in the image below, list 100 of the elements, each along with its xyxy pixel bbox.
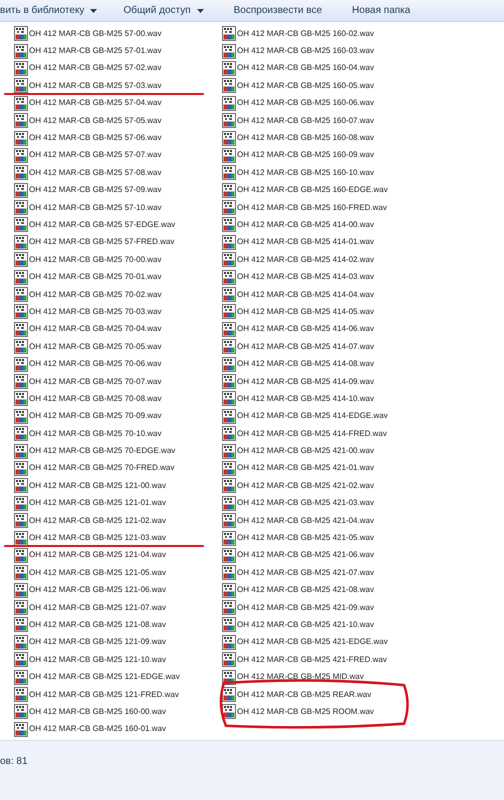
file-name[interactable]: OH 412 MAR-CB GB-M25 MID.wav [237,671,364,684]
file-name[interactable]: OH 412 MAR-CB GB-M25 414-FRED.wav [237,428,387,440]
file-name[interactable]: OH 412 MAR-CB GB-M25 70-09.wav [29,410,162,422]
file-name[interactable]: OH 412 MAR-CB GB-M25 57-05.wav [29,114,162,127]
file-name[interactable]: OH 412 MAR-CB GB-M25 121-03.wav [29,532,166,544]
file-name[interactable]: OH 412 MAR-CB GB-M25 70-06.wav [29,358,162,370]
file-name[interactable]: OH 412 MAR-CB GB-M25 70-00.wav [29,254,162,266]
audio-file-icon [222,478,236,494]
file-name[interactable]: OH 412 MAR-CB GB-M25 REAR.wav [237,688,372,701]
file-name[interactable]: OH 412 MAR-CB GB-M25 57-02.wav [29,62,162,74]
file-name[interactable]: OH 412 MAR-CB GB-M25 121-10.wav [29,654,166,666]
audio-file-icon [222,26,236,42]
file-name[interactable]: OH 412 MAR-CB GB-M25 414-09.wav [237,376,374,388]
file-name[interactable]: OH 412 MAR-CB GB-M25 57-00.wav [29,28,162,40]
audio-file-icon [222,444,236,459]
audio-file-icon [222,548,236,563]
file-name[interactable]: OH 412 MAR-CB GB-M25 70-04.wav [29,323,162,336]
file-name[interactable]: OH 412 MAR-CB GB-M25 414-10.wav [237,392,374,405]
file-name[interactable]: OH 412 MAR-CB GB-M25 121-06.wav [29,584,166,596]
audio-file-icon [14,634,28,650]
file-name[interactable]: OH 412 MAR-CB GB-M25 160-EDGE.wav [237,184,388,196]
file-name[interactable]: OH 412 MAR-CB GB-M25 414-04.wav [237,288,374,301]
file-name[interactable]: OH 412 MAR-CB GB-M25 160-01.wav [29,723,166,736]
file-name[interactable]: OH 412 MAR-CB GB-M25 57-FRED.wav [29,236,174,248]
file-name[interactable]: OH 412 MAR-CB GB-M25 57-06.wav [29,132,162,144]
audio-file-icon [14,548,28,563]
file-name[interactable]: OH 412 MAR-CB GB-M25 421-03.wav [237,497,374,510]
file-name[interactable]: OH 412 MAR-CB GB-M25 57-08.wav [29,166,162,179]
file-name[interactable]: OH 412 MAR-CB GB-M25 70-FRED.wav [29,462,174,474]
file-name[interactable]: OH 412 MAR-CB GB-M25 421-FRED.wav [237,654,387,666]
file-name[interactable]: OH 412 MAR-CB GB-M25 121-04.wav [29,549,166,562]
toolbar-button[interactable]: вить в библиотеку [0,3,98,18]
file-name[interactable]: OH 412 MAR-CB GB-M25 70-EDGE.wav [29,445,176,458]
file-name[interactable]: OH 412 MAR-CB GB-M25 414-00.wav [237,218,374,231]
file-name[interactable]: OH 412 MAR-CB GB-M25 160-10.wav [237,166,374,179]
audio-file-icon [14,217,28,232]
file-name[interactable]: OH 412 MAR-CB GB-M25 121-05.wav [29,566,166,579]
file-name[interactable]: OH 412 MAR-CB GB-M25 70-07.wav [29,376,162,388]
file-name[interactable]: OH 412 MAR-CB GB-M25 121-07.wav [29,602,166,614]
file-name[interactable]: OH 412 MAR-CB GB-M25 414-03.wav [237,271,374,284]
file-name[interactable]: OH 412 MAR-CB GB-M25 160-03.wav [237,45,374,58]
file-name[interactable]: OH 412 MAR-CB GB-M25 414-07.wav [237,340,374,353]
dropdown-caret-icon [196,8,204,12]
file-name[interactable]: OH 412 MAR-CB GB-M25 160-06.wav [237,97,374,110]
file-name[interactable]: OH 412 MAR-CB GB-M25 70-10.wav [29,428,162,440]
file-name[interactable]: OH 412 MAR-CB GB-M25 160-00.wav [29,706,166,718]
file-name[interactable]: OH 412 MAR-CB GB-M25 70-01.wav [29,271,162,284]
file-name[interactable]: OH 412 MAR-CB GB-M25 421-04.wav [237,514,374,527]
toolbar-button[interactable]: Новая папка [352,3,410,18]
file-name[interactable]: OH 412 MAR-CB GB-M25 414-05.wav [237,306,374,318]
file-name[interactable]: OH 412 MAR-CB GB-M25 70-03.wav [29,306,162,318]
audio-file-icon [14,113,28,128]
file-name[interactable]: OH 412 MAR-CB GB-M25 121-08.wav [29,618,166,631]
file-name[interactable]: OH 412 MAR-CB GB-M25 121-09.wav [29,636,166,648]
file-name[interactable]: OH 412 MAR-CB GB-M25 421-08.wav [237,584,374,596]
file-name[interactable]: OH 412 MAR-CB GB-M25 160-04.wav [237,62,374,74]
file-name[interactable]: OH 412 MAR-CB GB-M25 421-00.wav [237,445,374,458]
audio-file-icon [222,148,236,163]
file-name[interactable]: OH 412 MAR-CB GB-M25 160-FRED.wav [237,202,387,214]
file-name[interactable]: OH 412 MAR-CB GB-M25 414-08.wav [237,358,374,370]
audio-file-icon [222,96,236,111]
audio-file-icon [222,322,236,337]
file-name[interactable]: OH 412 MAR-CB GB-M25 57-EDGE.wav [29,218,176,231]
file-name[interactable]: OH 412 MAR-CB GB-M25 414-02.wav [237,254,374,266]
file-name[interactable]: OH 412 MAR-CB GB-M25 421-05.wav [237,532,374,544]
file-name[interactable]: OH 412 MAR-CB GB-M25 414-01.wav [237,236,374,248]
audio-file-icon [222,78,236,94]
file-name[interactable]: OH 412 MAR-CB GB-M25 121-EDGE.wav [29,671,180,684]
file-name[interactable]: OH 412 MAR-CB GB-M25 70-02.wav [29,288,162,301]
file-name[interactable]: OH 412 MAR-CB GB-M25 421-07.wav [237,566,374,579]
file-name[interactable]: OH 412 MAR-CB GB-M25 421-09.wav [237,602,374,614]
file-name[interactable]: OH 412 MAR-CB GB-M25 70-05.wav [29,340,162,353]
file-name[interactable]: OH 412 MAR-CB GB-M25 57-04.wav [29,97,162,110]
file-name[interactable]: OH 412 MAR-CB GB-M25 57-01.wav [29,45,162,58]
file-name[interactable]: OH 412 MAR-CB GB-M25 421-EDGE.wav [237,636,388,648]
file-name[interactable]: OH 412 MAR-CB GB-M25 421-06.wav [237,549,374,562]
toolbar-button[interactable]: Воспроизвести все [234,3,322,18]
file-name[interactable]: OH 412 MAR-CB GB-M25 160-09.wav [237,149,374,162]
file-name[interactable]: OH 412 MAR-CB GB-M25 414-EDGE.wav [237,410,388,422]
file-name[interactable]: OH 412 MAR-CB GB-M25 70-08.wav [29,392,162,405]
file-name[interactable]: OH 412 MAR-CB GB-M25 121-01.wav [29,497,166,510]
file-name[interactable]: OH 412 MAR-CB GB-M25 421-10.wav [237,618,374,631]
file-name[interactable]: OH 412 MAR-CB GB-M25 160-05.wav [237,80,374,92]
file-name[interactable]: OH 412 MAR-CB GB-M25 160-08.wav [237,132,374,144]
audio-file-icon [14,287,28,302]
toolbar-button[interactable]: Общий доступ [123,3,204,18]
file-name[interactable]: OH 412 MAR-CB GB-M25 121-FRED.wav [29,688,179,701]
file-name[interactable]: OH 412 MAR-CB GB-M25 57-07.wav [29,149,162,162]
file-name[interactable]: OH 412 MAR-CB GB-M25 414-06.wav [237,323,374,336]
file-name[interactable]: OH 412 MAR-CB GB-M25 57-10.wav [29,202,162,214]
file-name[interactable]: OH 412 MAR-CB GB-M25 421-01.wav [237,462,374,474]
file-name[interactable]: OH 412 MAR-CB GB-M25 121-00.wav [29,480,166,492]
audio-file-icon [14,322,28,337]
file-name[interactable]: OH 412 MAR-CB GB-M25 421-02.wav [237,480,374,492]
file-name[interactable]: OH 412 MAR-CB GB-M25 121-02.wav [29,514,166,527]
file-name[interactable]: OH 412 MAR-CB GB-M25 160-02.wav [237,28,374,40]
file-name[interactable]: OH 412 MAR-CB GB-M25 160-07.wav [237,114,374,127]
file-name[interactable]: OH 412 MAR-CB GB-M25 ROOM.wav [237,706,374,718]
file-name[interactable]: OH 412 MAR-CB GB-M25 57-09.wav [29,184,162,196]
file-name[interactable]: OH 412 MAR-CB GB-M25 57-03.wav [29,80,162,92]
